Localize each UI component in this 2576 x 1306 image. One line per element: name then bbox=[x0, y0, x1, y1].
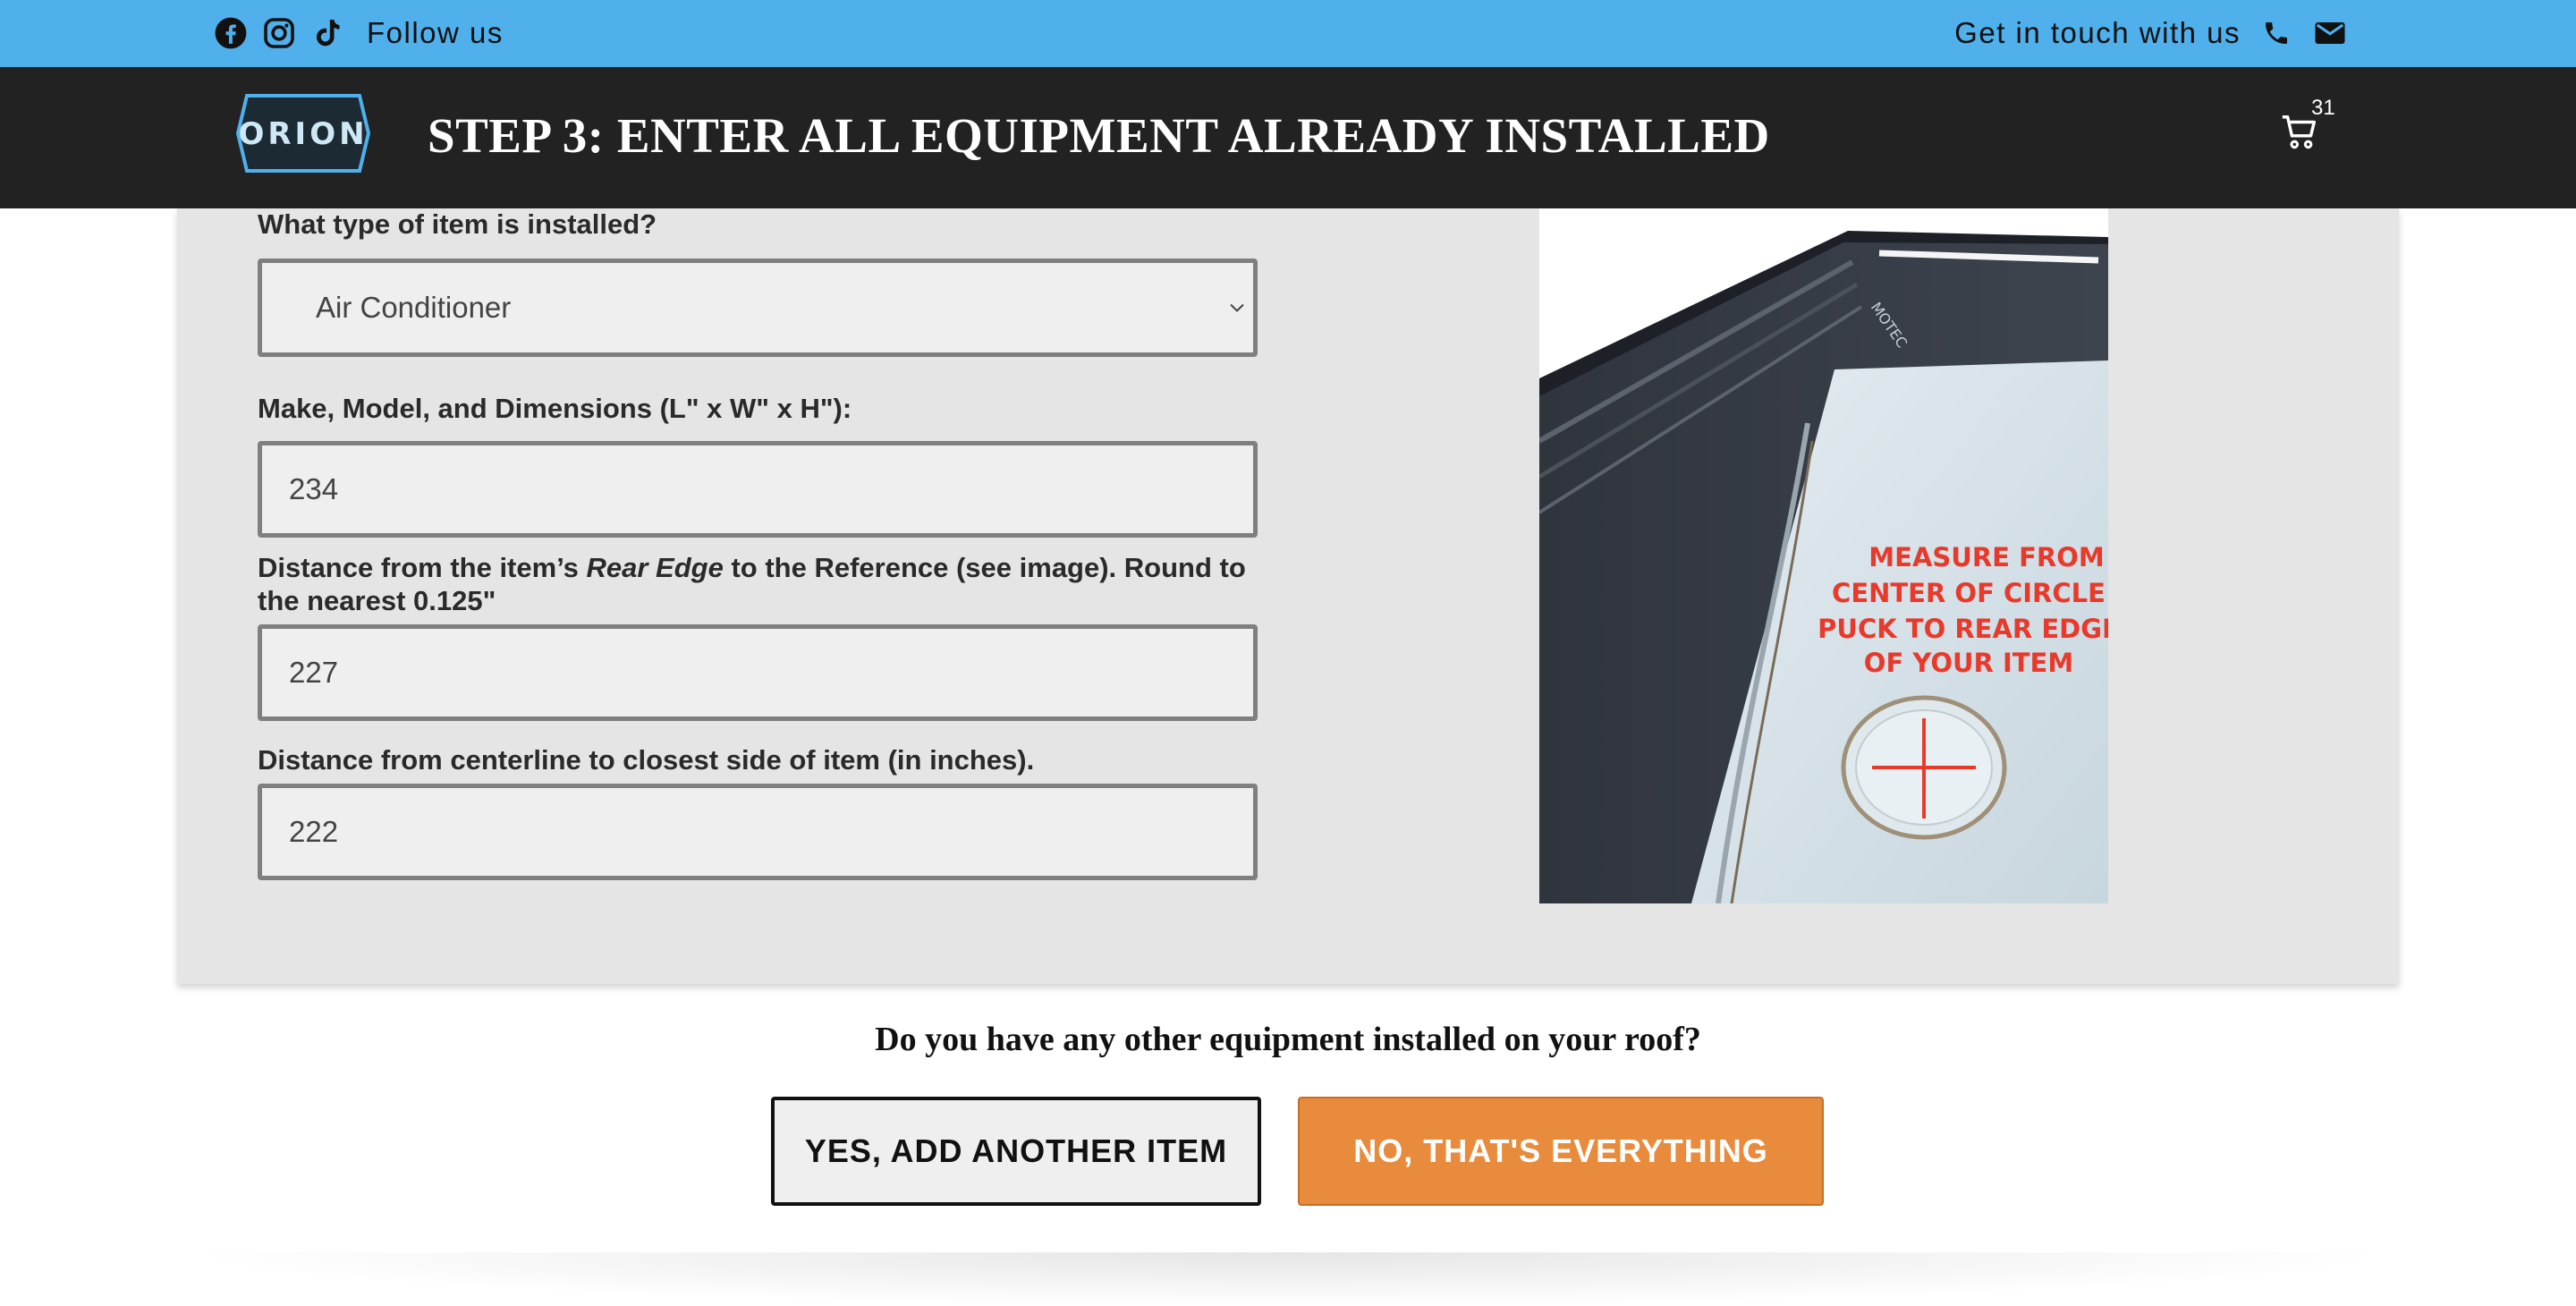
instagram-icon[interactable] bbox=[261, 15, 297, 51]
image-caption-line-1: MEASURE FROM bbox=[1868, 542, 2104, 572]
get-in-touch-label: Get in touch with us bbox=[1954, 16, 2241, 49]
image-caption-line-4: OF YOUR ITEM bbox=[1864, 648, 2073, 678]
social-links: Follow us bbox=[213, 11, 504, 55]
rear-edge-distance-value: 227 bbox=[289, 656, 339, 689]
image-caption-line-3: PUCK TO REAR EDGE bbox=[1818, 614, 2108, 644]
chevron-down-icon bbox=[1230, 298, 1244, 318]
rear-edge-distance-input[interactable]: 227 bbox=[258, 624, 1258, 721]
top-social-bar: Follow us Get in touch with us bbox=[0, 0, 2576, 67]
follow-us-label: Follow us bbox=[367, 16, 504, 49]
facebook-icon[interactable] bbox=[213, 15, 249, 51]
rear-edge-label-start: Distance from the item’s bbox=[258, 552, 587, 583]
rear-edge-label: Distance from the item’s Rear Edge to th… bbox=[258, 551, 1268, 617]
make-model-value: 234 bbox=[289, 472, 339, 505]
next-section-shadow bbox=[179, 1252, 2397, 1306]
thats-everything-button[interactable]: NO, THAT'S EVERYTHING bbox=[1298, 1097, 1824, 1206]
tiktok-icon[interactable] bbox=[309, 15, 345, 51]
cart-count-badge: 31 bbox=[2311, 96, 2335, 120]
centerline-distance-input[interactable]: 222 bbox=[258, 784, 1258, 880]
make-model-input[interactable]: 234 bbox=[258, 441, 1258, 538]
item-type-selected-value: Air Conditioner bbox=[316, 291, 512, 324]
item-type-label: What type of item is installed? bbox=[258, 208, 657, 240]
make-model-label: Make, Model, and Dimensions (L" x W" x H… bbox=[258, 393, 852, 424]
centerline-label: Distance from centerline to closest side… bbox=[258, 744, 1035, 776]
orion-logo[interactable]: ORION bbox=[234, 92, 372, 174]
mail-icon[interactable] bbox=[2312, 15, 2348, 51]
measurement-reference-image: MEASURE FROM CENTER OF CIRCLE PUCK TO RE… bbox=[1539, 208, 2108, 903]
logo-text: ORION bbox=[238, 116, 368, 152]
add-another-item-button[interactable]: YES, ADD ANOTHER ITEM bbox=[771, 1097, 1261, 1206]
phone-icon[interactable] bbox=[2258, 15, 2294, 51]
page-title: STEP 3: ENTER ALL EQUIPMENT ALREADY INST… bbox=[428, 108, 1770, 163]
item-type-select[interactable]: Air Conditioner bbox=[258, 259, 1258, 357]
centerline-distance-value: 222 bbox=[289, 815, 339, 848]
image-caption-line-2: CENTER OF CIRCLE bbox=[1832, 578, 2106, 608]
more-equipment-question: Do you have any other equipment installe… bbox=[875, 1021, 1701, 1058]
rear-edge-label-emphasis: Rear Edge bbox=[586, 552, 724, 583]
site-header: ORION STEP 3: ENTER ALL EQUIPMENT ALREAD… bbox=[0, 67, 2576, 208]
contact-links: Get in touch with us bbox=[1954, 11, 2348, 55]
